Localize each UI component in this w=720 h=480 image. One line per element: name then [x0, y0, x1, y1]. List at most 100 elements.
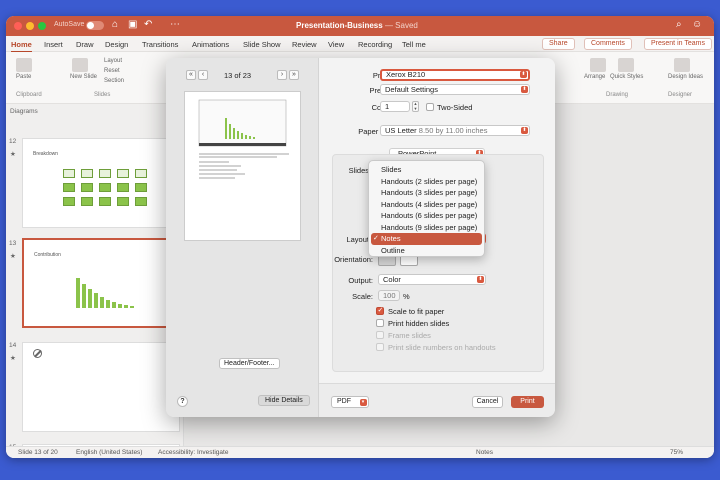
slide-thumbnail-14[interactable]: [22, 342, 180, 432]
two-sided-checkbox[interactable]: [426, 103, 434, 111]
presets-select[interactable]: Default Settings ⬍: [380, 84, 530, 95]
layout-option-handouts-4[interactable]: Handouts (4 slides per page): [369, 199, 484, 211]
star-icon: ★: [10, 253, 16, 260]
hidden-slide-icon: [33, 349, 42, 358]
close-window-button[interactable]: [14, 22, 22, 30]
scale-to-fit-checkbox[interactable]: [376, 306, 384, 315]
slide-thumbnail-13[interactable]: Contribution: [22, 238, 180, 328]
account-icon[interactable]: ☺: [692, 19, 702, 30]
new-slide-icon[interactable]: [72, 58, 88, 72]
first-page-button[interactable]: «: [186, 70, 196, 80]
diagram-box: [99, 183, 111, 192]
diagram-box: [135, 169, 147, 178]
section-button[interactable]: Section: [104, 78, 124, 84]
star-icon: ★: [10, 355, 16, 362]
layout-option-slides[interactable]: Slides: [369, 164, 484, 176]
chevron-down-icon: ▾: [359, 398, 367, 406]
tab-animations[interactable]: Animations: [192, 40, 229, 49]
tab-recording[interactable]: Recording: [358, 40, 392, 49]
paste-icon[interactable]: [16, 58, 32, 72]
tab-review[interactable]: Review: [292, 40, 317, 49]
tab-view[interactable]: View: [328, 40, 344, 49]
paper-size-select[interactable]: US Letter 8.50 by 11.00 inches ⬍: [380, 125, 530, 136]
tab-home[interactable]: Home: [11, 40, 32, 53]
cancel-button[interactable]: Cancel: [472, 396, 503, 408]
language-status[interactable]: English (United States): [76, 449, 142, 456]
reset-button[interactable]: Reset: [104, 68, 120, 74]
hide-details-button[interactable]: Hide Details: [258, 395, 310, 406]
slide-thumbnail-12[interactable]: Breakdown: [22, 138, 180, 228]
chevron-down-icon: ⬍: [521, 127, 528, 134]
more-icon[interactable]: ⋯: [170, 19, 180, 30]
share-button[interactable]: Share: [542, 38, 575, 50]
copies-input[interactable]: 1: [380, 101, 410, 112]
help-button[interactable]: ?: [177, 396, 188, 407]
last-page-button[interactable]: »: [289, 70, 299, 80]
header-footer-button[interactable]: Header/Footer...: [219, 358, 280, 369]
tab-insert[interactable]: Insert: [44, 40, 63, 49]
autosave-label: AutoSave: [54, 21, 85, 28]
quick-styles-icon[interactable]: [618, 58, 634, 72]
section-label: Diagrams: [10, 108, 38, 115]
arrange-label: Arrange: [584, 74, 606, 80]
accessibility-status[interactable]: Accessibility: Investigate: [158, 449, 228, 456]
scale-input[interactable]: 100: [378, 290, 400, 301]
preview-page-graphic: [198, 99, 289, 179]
notes-toggle[interactable]: Notes: [476, 449, 493, 456]
checkmark-icon: ✓: [373, 235, 379, 242]
chart-bar: [94, 293, 98, 308]
tab-transitions[interactable]: Transitions: [142, 40, 178, 49]
chart-bar: [82, 284, 86, 308]
designer-group-label: Designer: [668, 92, 693, 98]
design-ideas-icon[interactable]: [674, 58, 690, 72]
save-icon[interactable]: ▣: [128, 19, 137, 30]
previous-page-button[interactable]: ‹: [198, 70, 208, 80]
diagram-box: [99, 197, 111, 206]
layout-option-outline[interactable]: Outline: [369, 245, 484, 257]
printer-select[interactable]: Xerox B210 ⬍: [380, 69, 530, 81]
home-icon[interactable]: ⌂: [112, 19, 118, 30]
scale-label: Scale:: [352, 292, 373, 301]
layout-option-notes[interactable]: ✓ Notes: [371, 233, 482, 245]
print-hidden-slides-checkbox[interactable]: [376, 319, 384, 327]
autosave-toggle[interactable]: [86, 21, 104, 30]
zoom-level[interactable]: 75%: [670, 449, 683, 456]
chevron-down-icon: ⬍: [521, 86, 528, 93]
tab-tell-me[interactable]: Tell me: [402, 40, 426, 49]
search-icon[interactable]: ⌕: [676, 19, 682, 30]
next-page-button[interactable]: ›: [277, 70, 287, 80]
layout-option-handouts-6[interactable]: Handouts (6 slides per page): [369, 210, 484, 222]
slide-title: Contribution: [34, 252, 61, 258]
option-label: Handouts (6 slides per page): [381, 211, 478, 220]
tab-slide-show[interactable]: Slide Show: [243, 40, 281, 49]
paste-label: Paste: [16, 74, 32, 80]
layout-option-handouts-9[interactable]: Handouts (9 slides per page): [369, 222, 484, 234]
slides-group-label: Slides: [94, 92, 111, 98]
option-label: Handouts (3 slides per page): [381, 188, 478, 197]
copies-stepper[interactable]: ▲ ▼: [412, 101, 419, 112]
print-button[interactable]: Print: [511, 396, 544, 408]
arrange-icon[interactable]: [590, 58, 606, 72]
presets-value: Default Settings: [385, 85, 438, 94]
pdf-menu-button[interactable]: PDF ▾: [331, 396, 369, 408]
present-in-teams-button[interactable]: Present in Teams: [644, 38, 712, 50]
layout-option-handouts-2[interactable]: Handouts (2 slides per page): [369, 176, 484, 188]
comments-button[interactable]: Comments: [584, 38, 632, 50]
minimize-window-button[interactable]: [26, 22, 34, 30]
quick-styles-label: Quick Styles: [610, 74, 644, 80]
layout-label: Layout: [346, 235, 369, 244]
saved-state: — Saved: [384, 21, 418, 30]
chart-bar: [130, 306, 134, 308]
tab-design[interactable]: Design: [105, 40, 128, 49]
layout-button[interactable]: Layout: [104, 58, 122, 64]
design-ideas-label: Design Ideas: [668, 74, 704, 80]
tab-draw[interactable]: Draw: [76, 40, 94, 49]
pdf-label: PDF: [337, 398, 351, 405]
layout-option-handouts-3[interactable]: Handouts (3 slides per page): [369, 187, 484, 199]
output-select[interactable]: Color ⬍: [378, 274, 486, 285]
zoom-window-button[interactable]: [38, 22, 46, 30]
status-bar: Slide 13 of 20 English (United States) A…: [6, 446, 714, 458]
orientation-label: Orientation:: [334, 255, 373, 264]
undo-icon[interactable]: ↶: [144, 19, 152, 30]
option-label: Slides: [381, 165, 402, 174]
